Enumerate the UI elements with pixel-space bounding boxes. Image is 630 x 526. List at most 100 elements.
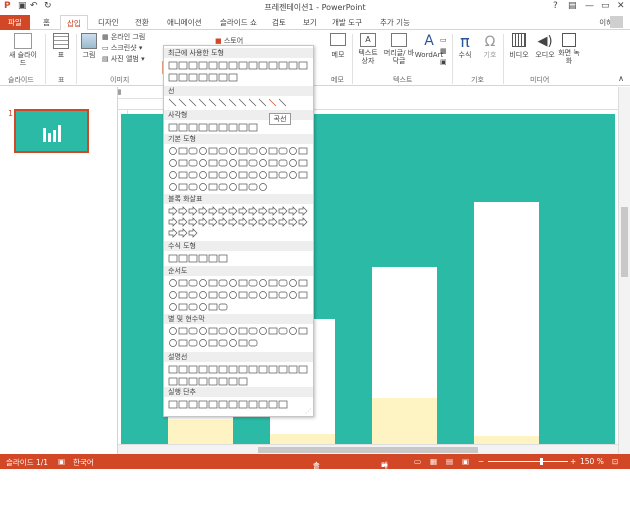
header-footer-button[interactable]: 머리글/ 바닥글 <box>383 33 415 65</box>
shape-option-icon[interactable] <box>238 61 248 70</box>
tab-view[interactable]: 보기 <box>303 17 317 28</box>
tab-slideshow[interactable]: 슬라이드 쇼 <box>220 17 257 28</box>
shape-option-icon[interactable] <box>178 228 188 238</box>
shape-option-icon[interactable] <box>248 327 258 335</box>
shape-option-icon[interactable] <box>258 206 268 216</box>
shape-option-icon[interactable] <box>208 339 218 347</box>
shape-option-icon[interactable] <box>258 61 268 70</box>
shape-option-icon[interactable] <box>229 279 237 287</box>
shape-option-icon[interactable] <box>278 98 287 107</box>
shape-option-icon[interactable] <box>229 339 237 347</box>
shape-option-icon[interactable] <box>238 183 248 191</box>
shape-option-icon[interactable] <box>218 291 228 299</box>
screen-record-button[interactable]: 화면 녹화 <box>558 33 580 65</box>
shape-option-icon[interactable] <box>218 98 227 107</box>
shape-option-icon[interactable] <box>228 98 237 107</box>
shape-option-icon[interactable] <box>218 206 228 216</box>
shape-option-icon[interactable] <box>268 159 278 167</box>
shape-option-icon[interactable] <box>229 159 237 167</box>
shape-option-icon[interactable] <box>188 339 198 347</box>
shape-option-icon[interactable] <box>198 217 208 227</box>
audio-button[interactable]: ◀) 오디오 <box>532 33 558 59</box>
normal-view-icon[interactable]: ▭ <box>414 457 421 466</box>
tab-file[interactable]: 파일 <box>0 15 30 30</box>
shape-option-icon[interactable] <box>188 183 198 191</box>
shape-option-icon[interactable] <box>298 159 308 167</box>
shape-option-icon[interactable] <box>188 377 198 386</box>
tab-developer[interactable]: 개발 도구 <box>332 17 362 28</box>
shape-option-icon[interactable] <box>228 377 238 386</box>
zoom-out-icon[interactable]: − <box>478 457 484 466</box>
shape-option-icon[interactable] <box>218 73 228 82</box>
shape-option-icon[interactable] <box>238 147 248 155</box>
symbol-button[interactable]: Ω 기호 <box>480 33 500 59</box>
vertical-scrollbar[interactable] <box>618 87 630 454</box>
zoom-slider-thumb[interactable] <box>540 458 543 465</box>
shape-option-icon[interactable] <box>218 377 228 386</box>
shape-option-icon[interactable] <box>208 171 218 179</box>
shape-option-icon[interactable] <box>268 365 278 374</box>
shape-option-icon[interactable] <box>178 98 187 107</box>
shape-option-icon[interactable] <box>289 279 297 287</box>
ribbon-display-icon[interactable]: ▤ <box>568 1 577 11</box>
shape-option-icon[interactable] <box>259 183 267 191</box>
shape-option-icon[interactable] <box>248 279 258 287</box>
shape-option-icon[interactable] <box>198 123 208 132</box>
shape-option-icon[interactable] <box>169 303 177 311</box>
textbox-button[interactable]: A 텍스트 상자 <box>355 33 381 65</box>
language-indicator[interactable]: 한국어 <box>73 457 94 468</box>
shape-option-icon[interactable] <box>268 217 278 227</box>
shape-option-icon[interactable] <box>178 377 188 386</box>
shape-option-icon[interactable] <box>218 327 228 335</box>
shape-option-icon[interactable] <box>228 73 238 82</box>
shape-option-icon[interactable] <box>288 61 298 70</box>
object-icon[interactable]: ▣ <box>440 58 447 66</box>
shape-option-icon[interactable] <box>298 206 308 216</box>
shape-option-icon[interactable] <box>188 279 198 287</box>
sorter-view-icon[interactable]: ▦ <box>430 457 437 466</box>
shape-option-icon[interactable] <box>178 291 188 299</box>
shape-option-icon[interactable] <box>298 147 308 155</box>
shape-option-icon[interactable] <box>178 206 188 216</box>
shape-option-icon[interactable] <box>298 291 308 299</box>
shape-option-icon[interactable] <box>199 279 207 287</box>
shape-option-icon[interactable] <box>238 98 247 107</box>
table-button[interactable]: 표 <box>50 33 72 59</box>
shape-option-icon[interactable] <box>298 327 308 335</box>
shape-option-icon[interactable] <box>278 159 288 167</box>
slide-thumbnail[interactable] <box>14 109 89 153</box>
shape-option-icon[interactable] <box>218 339 228 347</box>
shape-option-icon[interactable] <box>169 147 177 155</box>
shape-option-icon[interactable] <box>178 183 188 191</box>
shape-option-icon[interactable] <box>168 254 178 263</box>
shape-option-icon[interactable] <box>169 339 177 347</box>
shape-option-icon[interactable] <box>278 147 288 155</box>
shape-option-icon[interactable] <box>188 291 198 299</box>
photo-album-button[interactable]: ▤ 사진 앨범 ▾ <box>102 55 145 63</box>
collapse-ribbon-icon[interactable]: ∧ <box>618 74 624 83</box>
shape-option-icon[interactable] <box>168 400 178 409</box>
shape-option-icon[interactable] <box>169 327 177 335</box>
shape-option-icon[interactable] <box>188 73 198 82</box>
shape-option-icon[interactable] <box>258 217 268 227</box>
shape-option-icon[interactable] <box>278 171 288 179</box>
shape-option-icon[interactable] <box>248 98 257 107</box>
zoom-slider[interactable] <box>488 461 568 462</box>
shape-option-icon[interactable] <box>198 98 207 107</box>
tab-transitions[interactable]: 전환 <box>135 17 149 28</box>
shape-option-icon[interactable] <box>188 217 198 227</box>
shape-option-icon[interactable] <box>218 61 228 70</box>
shape-option-icon[interactable] <box>259 159 267 167</box>
shape-option-icon[interactable] <box>298 171 308 179</box>
shape-option-icon[interactable] <box>169 291 177 299</box>
shape-option-icon[interactable] <box>199 159 207 167</box>
shape-option-icon[interactable] <box>208 183 218 191</box>
shape-option-icon[interactable] <box>208 206 218 216</box>
shape-option-icon[interactable] <box>218 147 228 155</box>
shape-option-icon[interactable] <box>289 159 297 167</box>
shape-option-icon[interactable] <box>208 400 218 409</box>
shape-option-icon[interactable] <box>178 171 188 179</box>
shape-option-icon[interactable] <box>208 61 218 70</box>
shape-option-icon[interactable] <box>178 400 188 409</box>
shape-option-icon[interactable] <box>188 228 198 238</box>
